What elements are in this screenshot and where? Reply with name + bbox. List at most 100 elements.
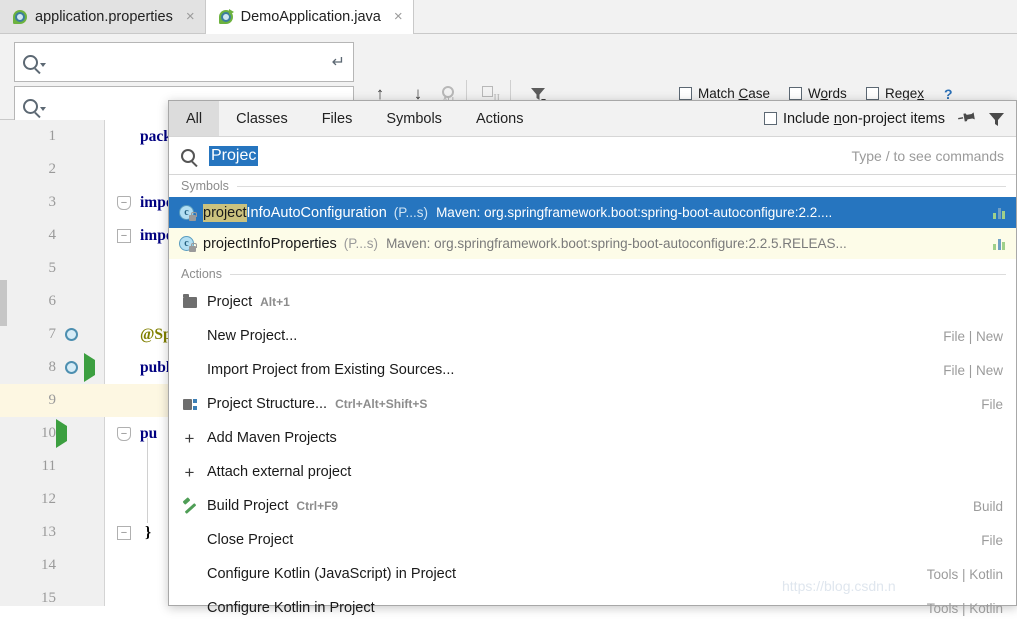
search-everywhere-input[interactable]: Projec Type / to see commands — [169, 137, 1016, 175]
line-number: 6 — [48, 293, 57, 310]
action-shortcut: Alt+1 — [260, 295, 290, 309]
line-number: 4 — [48, 227, 57, 244]
action-row-configure-kotlin[interactable]: Configure Kotlin in Project Tools | Kotl… — [169, 591, 1016, 625]
action-row-build-project[interactable]: Build Project Ctrl+F9 Build — [169, 489, 1016, 523]
include-non-project-items-checkbox[interactable]: Include non-project items — [763, 110, 945, 127]
action-label: Project — [207, 294, 253, 310]
action-row-project[interactable]: Project Alt+1 — [169, 285, 1016, 319]
line-number: 14 — [41, 557, 56, 574]
action-shortcut: Ctrl+F9 — [296, 499, 339, 513]
close-icon[interactable]: × — [186, 9, 195, 24]
library-icon — [993, 206, 1008, 219]
line-number: 1 — [48, 128, 57, 145]
tab-all[interactable]: All — [169, 101, 220, 136]
line-number: 10 — [41, 425, 56, 442]
code-text: } — [145, 523, 152, 541]
result-row-symbol[interactable]: c projectInfoAutoConfiguration (P...s) M… — [169, 197, 1016, 228]
action-group: Tools | Kotlin — [926, 566, 1003, 582]
search-everywhere-popup[interactable]: All Classes Files Symbols Actions Includ… — [168, 100, 1017, 616]
regex-label: Regex — [885, 86, 925, 101]
action-group: File — [981, 532, 1003, 548]
line-number: 5 — [48, 260, 57, 277]
pin-icon[interactable] — [953, 105, 980, 133]
words-checkbox[interactable]: Words — [789, 86, 847, 101]
action-group: File — [981, 396, 1003, 412]
action-label: Build Project — [207, 498, 289, 514]
match-case-checkbox[interactable]: Match Case — [679, 86, 770, 101]
result-name: projectInfoProperties — [203, 235, 337, 252]
plus-icon: + — [184, 428, 195, 448]
line-number: 11 — [41, 458, 56, 475]
editor-tab-application-properties[interactable]: application.properties × — [0, 0, 206, 33]
line-number: 8 — [48, 359, 57, 376]
result-path: Maven: org.springframework.boot:spring-b… — [436, 205, 833, 220]
include-non-project-items-label: Include non-project items — [782, 110, 945, 127]
chevron-down-icon[interactable] — [40, 107, 46, 111]
tab-actions[interactable]: Actions — [459, 101, 541, 136]
folder-icon — [181, 294, 198, 308]
section-header-actions: Actions — [169, 263, 1016, 285]
action-row-project-structure[interactable]: Project Structure... Ctrl+Alt+Shift+S Fi… — [169, 387, 1016, 421]
fold-handle[interactable]: − — [117, 525, 131, 540]
editor-tab-label: application.properties — [35, 8, 173, 25]
chevron-down-icon[interactable] — [40, 63, 46, 67]
section-rule — [230, 273, 1006, 275]
action-label: Configure Kotlin (JavaScript) in Project — [207, 566, 457, 582]
action-label: Project Structure... — [207, 396, 328, 412]
action-shortcut: Ctrl+Alt+Shift+S — [335, 397, 428, 411]
fold-handle[interactable]: − — [117, 426, 131, 441]
tab-classes[interactable]: Classes — [219, 101, 305, 136]
line-number: 12 — [41, 491, 56, 508]
spring-boot-class-icon — [218, 8, 234, 25]
result-name: projectInfoAutoConfiguration — [203, 203, 387, 222]
hammer-icon — [181, 499, 198, 513]
fold-handle[interactable]: − — [117, 195, 131, 210]
spring-properties-icon — [12, 9, 28, 25]
tab-files[interactable]: Files — [305, 101, 370, 136]
checkbox-box — [789, 87, 802, 100]
enter-icon[interactable]: ↵ — [332, 52, 345, 72]
action-row-configure-kotlin-javascript[interactable]: Configure Kotlin (JavaScript) in Project… — [169, 557, 1016, 591]
action-row-import-project[interactable]: Import Project from Existing Sources... … — [169, 353, 1016, 387]
run-gutter-icon[interactable] — [84, 353, 98, 382]
search-icon — [23, 54, 38, 70]
section-header-symbols: Symbols — [169, 175, 1016, 197]
action-group: File | New — [943, 362, 1003, 378]
find-input[interactable]: ↵ — [14, 42, 354, 82]
action-label: Close Project — [207, 532, 294, 548]
result-meta: (P...s) — [343, 236, 379, 251]
run-gutter-icon[interactable] — [56, 419, 70, 448]
action-row-new-project[interactable]: New Project... File | New — [169, 319, 1016, 353]
editor-tab-demoapplication-java[interactable]: DemoApplication.java × — [205, 0, 414, 34]
class-icon: c — [179, 236, 197, 252]
result-path: Maven: org.springframework.boot:spring-b… — [386, 236, 847, 251]
action-label: New Project... — [207, 328, 298, 344]
editor-tab-label: DemoApplication.java — [240, 8, 381, 25]
action-label: Configure Kotlin in Project — [207, 600, 375, 616]
regex-checkbox[interactable]: Regex — [866, 86, 924, 101]
spring-bean-gutter-icon[interactable] — [62, 325, 82, 345]
action-row-add-maven-projects[interactable]: + Add Maven Projects — [169, 421, 1016, 455]
fold-handle[interactable]: − — [117, 228, 131, 243]
close-icon[interactable]: × — [394, 9, 403, 24]
filter-icon[interactable] — [988, 112, 1004, 126]
spring-bean-gutter-icon[interactable] — [62, 358, 82, 378]
editor-tab-bar: application.properties × DemoApplication… — [0, 0, 1017, 34]
search-icon — [23, 98, 38, 114]
search-icon — [181, 148, 195, 163]
action-label: Import Project from Existing Sources... — [207, 362, 455, 378]
match-case-label: Match Case — [698, 86, 771, 101]
action-row-close-project[interactable]: Close Project File — [169, 523, 1016, 557]
checkbox-box — [866, 87, 879, 100]
line-number: 7 — [48, 326, 57, 343]
action-row-attach-external-project[interactable]: + Attach external project — [169, 455, 1016, 489]
tab-symbols[interactable]: Symbols — [369, 101, 459, 136]
action-group: File | New — [943, 328, 1003, 344]
project-structure-icon — [181, 398, 198, 410]
action-group: Tools | Kotlin — [926, 600, 1003, 616]
code-text: pu — [140, 424, 158, 442]
pin-glyph — [958, 111, 975, 121]
result-row-symbol[interactable]: c projectInfoProperties (P...s) Maven: o… — [169, 228, 1016, 259]
section-label: Symbols — [181, 179, 229, 193]
action-group: Build — [972, 498, 1003, 514]
